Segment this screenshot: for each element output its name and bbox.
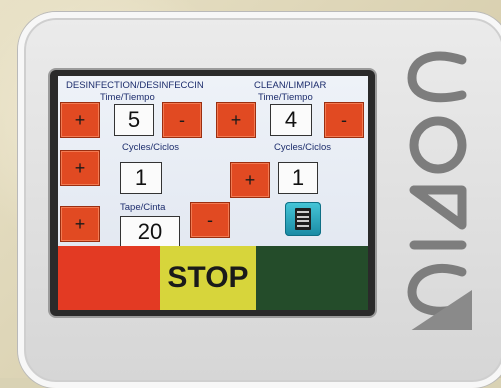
report-button[interactable] bbox=[285, 202, 321, 236]
tape-plus-button[interactable]: + bbox=[60, 206, 100, 242]
start-disinfection-button[interactable] bbox=[58, 246, 160, 310]
tape-value: 20 bbox=[120, 216, 180, 248]
disinfection-title: DESINFECTION/DESINFECCIN bbox=[66, 80, 204, 91]
clean-time-minus-button[interactable]: - bbox=[324, 102, 364, 138]
clipboard-icon bbox=[295, 208, 311, 230]
clean-cycles-label: Cycles/Ciclos bbox=[274, 142, 332, 153]
disinfection-cycles-plus-button[interactable]: + bbox=[60, 150, 100, 186]
start-clean-button[interactable] bbox=[256, 246, 368, 310]
disinfection-time-plus-button[interactable]: + bbox=[60, 102, 100, 138]
clean-time-label: Time/Tiempo bbox=[258, 92, 313, 103]
stop-button[interactable]: STOP bbox=[160, 246, 256, 310]
touch-screen: DESINFECTION/DESINFECCIN CLEAN/LIMPIAR T… bbox=[58, 76, 368, 310]
clean-cycles-plus-button[interactable]: + bbox=[230, 162, 270, 198]
disinfection-time-label: Time/Tiempo bbox=[100, 92, 155, 103]
tape-label: Tape/Cinta bbox=[120, 202, 166, 213]
disinfection-cycles-label: Cycles/Ciclos bbox=[122, 142, 180, 153]
conic-logo bbox=[407, 51, 472, 330]
tape-minus-button[interactable]: - bbox=[190, 202, 230, 238]
clean-time-value: 4 bbox=[270, 104, 312, 136]
clean-time-plus-button[interactable]: + bbox=[216, 102, 256, 138]
clean-title: CLEAN/LIMPIAR bbox=[254, 80, 327, 91]
disinfection-time-minus-button[interactable]: - bbox=[162, 102, 202, 138]
clean-cycles-value: 1 bbox=[278, 162, 318, 194]
disinfection-time-value: 5 bbox=[114, 104, 154, 136]
disinfection-cycles-value: 1 bbox=[120, 162, 162, 194]
